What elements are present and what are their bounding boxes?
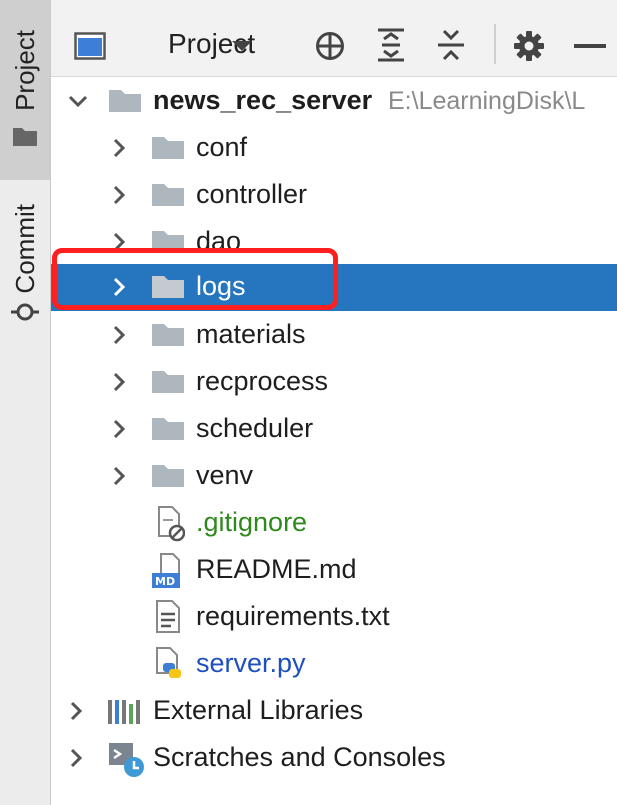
tab-project[interactable]: Project xyxy=(0,0,50,180)
folder-icon xyxy=(152,418,184,440)
tree-item-label: .gitignore xyxy=(196,507,308,537)
view-icon[interactable] xyxy=(74,32,106,60)
folder-icon xyxy=(152,137,184,159)
tab-commit[interactable]: Commit xyxy=(0,196,50,346)
expand-all-icon[interactable] xyxy=(376,28,406,62)
tree-item-label: conf xyxy=(196,132,248,162)
chevron-right-icon[interactable] xyxy=(113,138,125,158)
tree-item-label: Scratches and Consoles xyxy=(153,742,446,772)
root-name: news_rec_server xyxy=(153,85,373,115)
tree-item-label: requirements.txt xyxy=(196,601,390,631)
tree-item-requirements[interactable]: requirements.txt xyxy=(51,594,617,641)
gear-icon[interactable] xyxy=(513,30,545,62)
chevron-right-icon[interactable] xyxy=(113,419,125,439)
commit-icon xyxy=(11,303,39,321)
python-file-icon xyxy=(156,647,181,678)
chevron-right-icon[interactable] xyxy=(70,701,82,721)
tree-item-conf[interactable]: conf xyxy=(51,125,617,172)
gitignore-file-icon xyxy=(158,506,185,542)
svg-text:MD: MD xyxy=(155,575,175,588)
tree-item-label: External Libraries xyxy=(153,695,364,725)
tree-item-label: materials xyxy=(196,319,306,349)
folder-icon xyxy=(152,184,184,206)
tree-root-row[interactable]: news_rec_server E:\LearningDisk\L xyxy=(51,78,617,125)
tree-item-materials[interactable]: materials xyxy=(51,312,617,359)
folder-icon xyxy=(152,324,184,346)
tool-window-strip: Project Commit xyxy=(0,0,51,805)
toolbar-separator xyxy=(494,24,496,64)
tree-item-recprocess[interactable]: recprocess xyxy=(51,359,617,406)
tree-item-scratches[interactable]: Scratches and Consoles xyxy=(51,735,617,782)
tree-item-external-libraries[interactable]: External Libraries xyxy=(51,688,617,735)
tree-item-label: controller xyxy=(196,179,308,209)
folder-icon xyxy=(13,127,37,146)
chevron-right-icon[interactable] xyxy=(113,185,125,205)
scratches-icon xyxy=(109,743,144,777)
tree-item-label: recprocess xyxy=(196,366,329,396)
highlight-box xyxy=(52,248,338,310)
tree-item-label: venv xyxy=(196,460,254,490)
tree-item-label: scheduler xyxy=(196,413,314,443)
collapse-all-icon[interactable] xyxy=(436,28,466,62)
tree-item-label: README.md xyxy=(196,554,357,584)
text-file-icon xyxy=(156,600,180,633)
folder-icon xyxy=(109,90,141,112)
locate-icon[interactable] xyxy=(314,30,346,62)
tab-project-label: Project xyxy=(9,30,40,111)
tab-commit-label: Commit xyxy=(9,204,40,294)
chevron-down-icon[interactable] xyxy=(68,95,88,107)
tree-item-readme[interactable]: MD README.md xyxy=(51,547,617,594)
dropdown-icon[interactable] xyxy=(231,40,253,52)
folder-icon xyxy=(152,371,184,393)
project-toolbar: Project xyxy=(51,0,617,77)
root-path: E:\LearningDisk\L xyxy=(388,87,586,115)
markdown-file-icon: MD xyxy=(152,553,180,588)
tree-item-scheduler[interactable]: scheduler xyxy=(51,406,617,453)
tree-item-gitignore[interactable]: .gitignore xyxy=(51,500,617,547)
folder-icon xyxy=(152,465,184,487)
minimize-icon[interactable] xyxy=(574,44,606,48)
chevron-right-icon[interactable] xyxy=(113,372,125,392)
tree-item-server-py[interactable]: server.py xyxy=(51,641,617,688)
libraries-icon xyxy=(108,700,140,724)
chevron-right-icon[interactable] xyxy=(113,325,125,345)
tree-item-label: server.py xyxy=(196,648,306,678)
chevron-right-icon[interactable] xyxy=(70,748,82,768)
chevron-right-icon[interactable] xyxy=(113,466,125,486)
tree-item-venv[interactable]: venv xyxy=(51,453,617,500)
tree-item-controller[interactable]: controller xyxy=(51,172,617,219)
